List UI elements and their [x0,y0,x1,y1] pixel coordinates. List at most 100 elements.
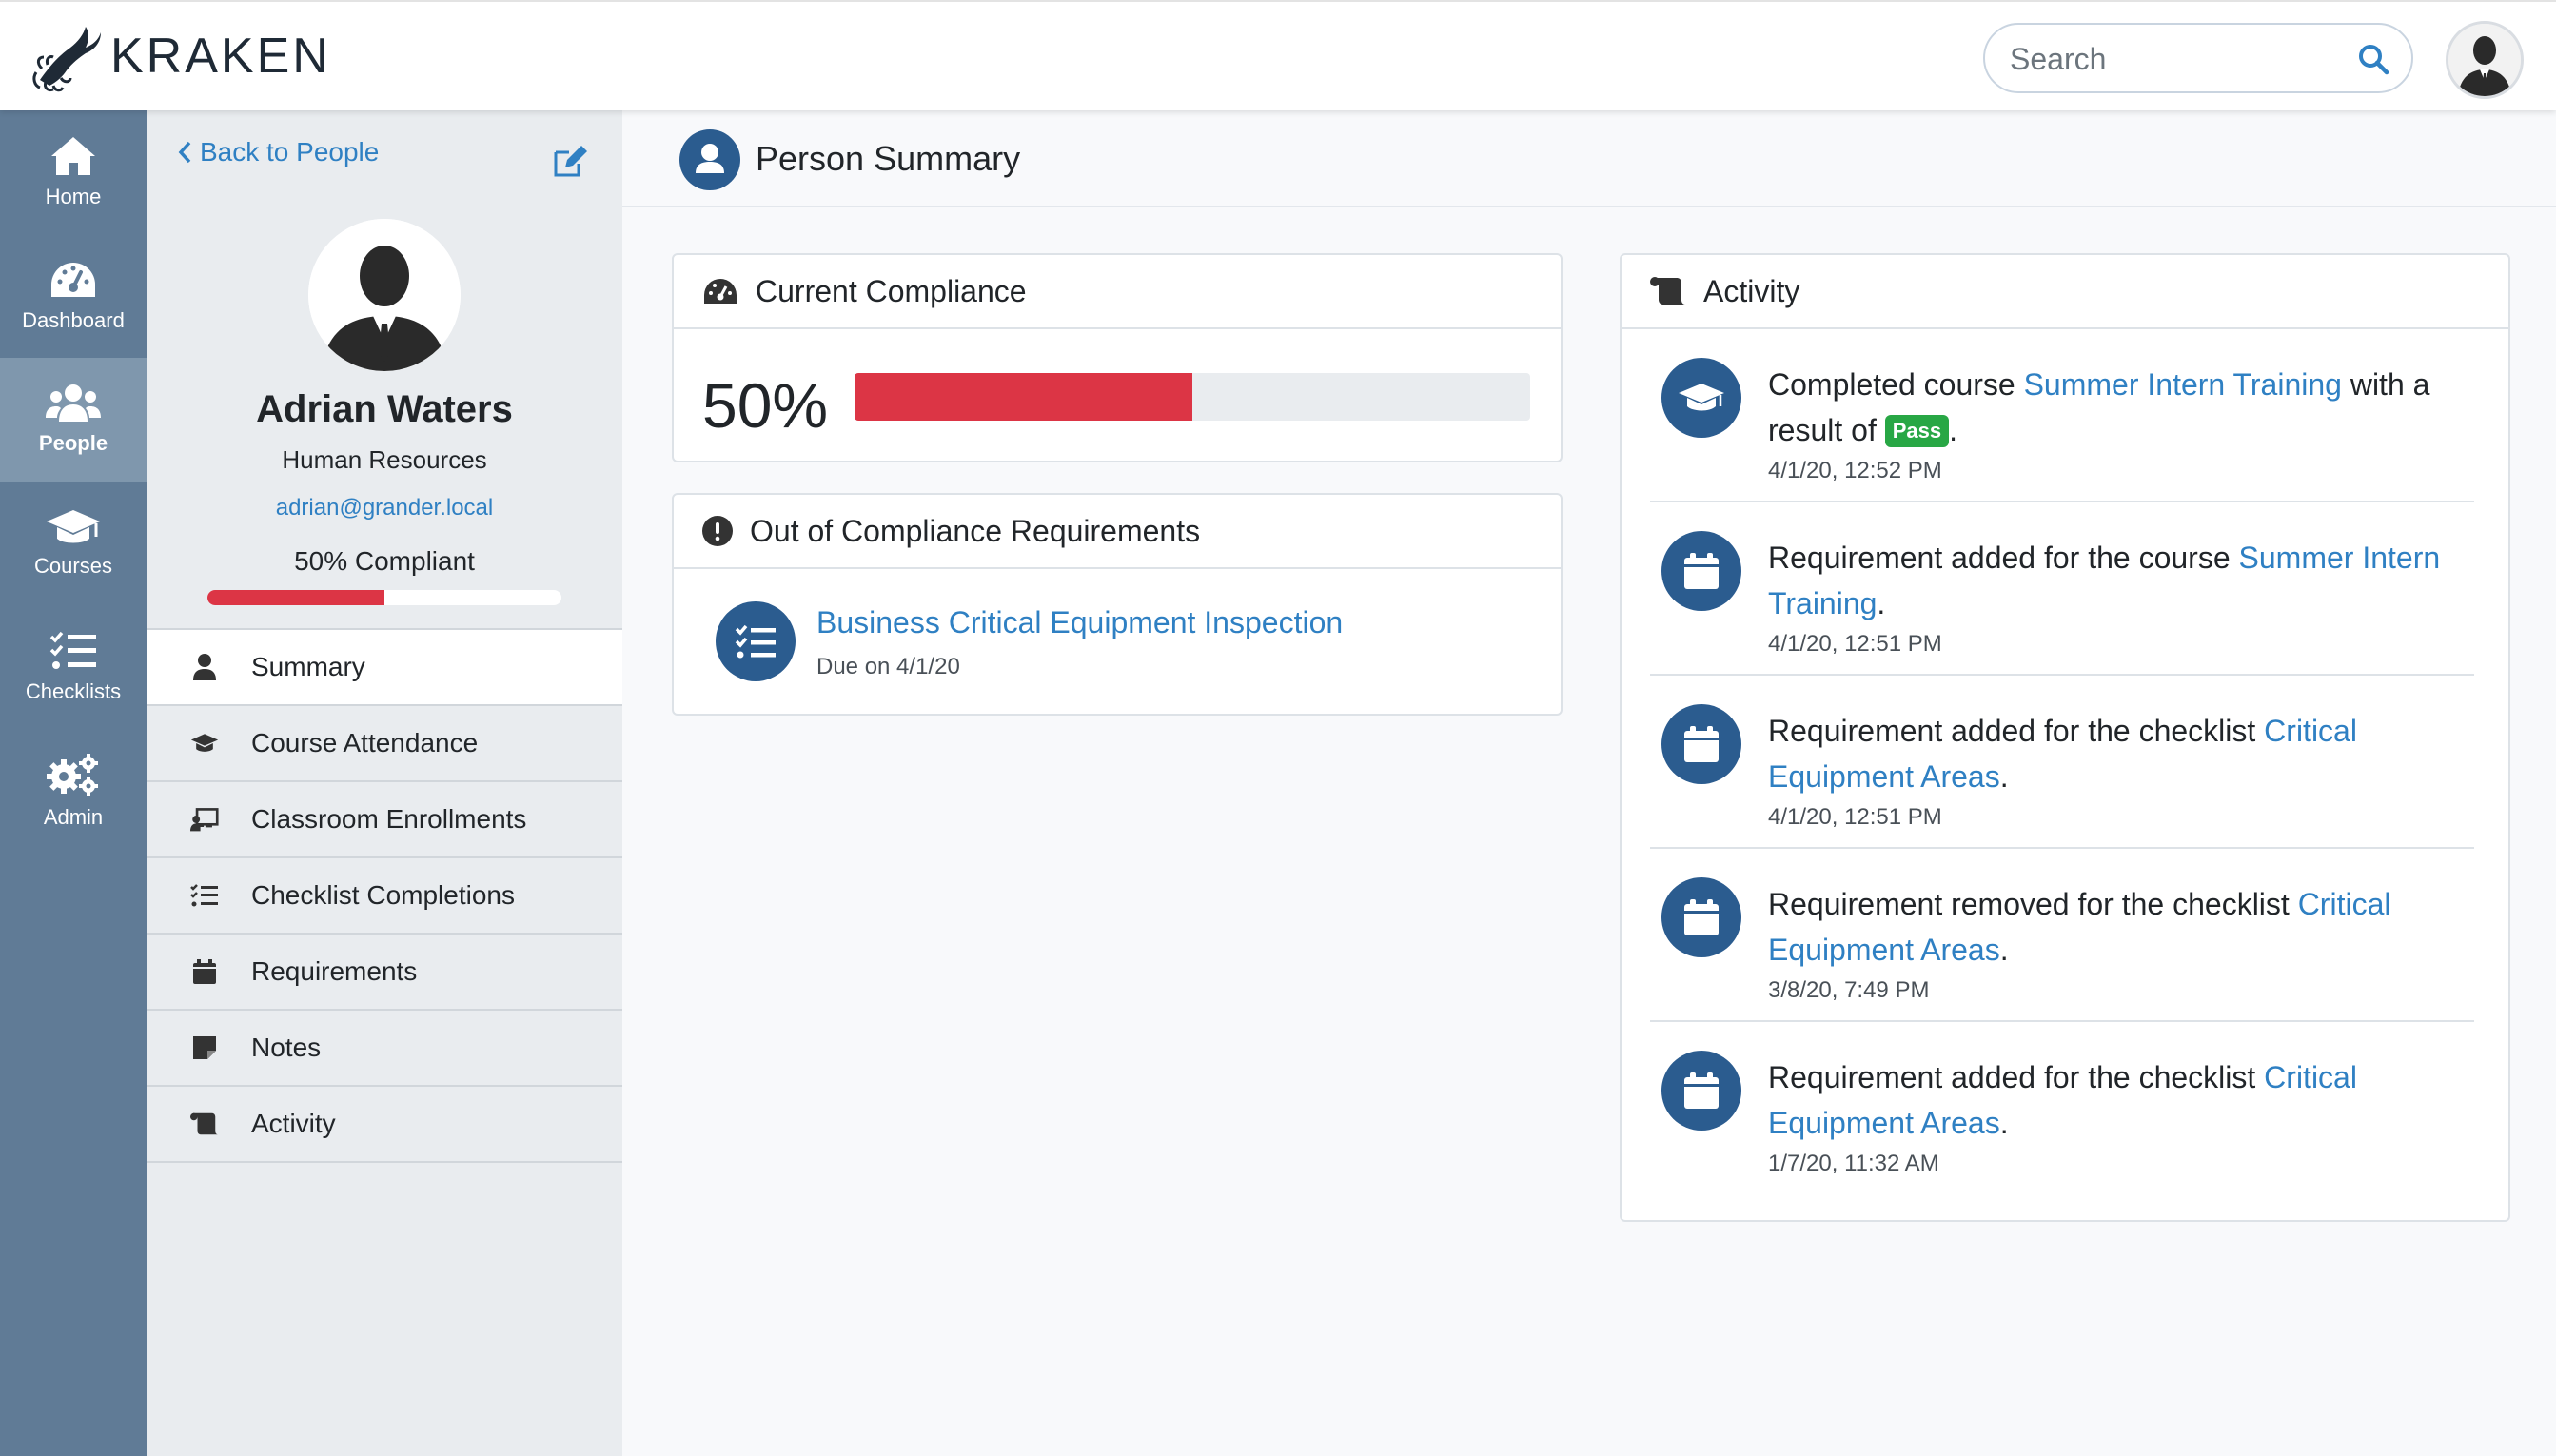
user-avatar[interactable] [2446,21,2524,99]
card-header: Out of Compliance Requirements [674,495,1561,569]
scroll-icon [190,1110,219,1138]
submenu-label: Classroom Enrollments [251,804,527,834]
nav-item-courses[interactable]: Courses [0,482,147,605]
person-sidebar: Back to People Adrian Waters Human Resou… [147,110,622,1456]
nav-label: Dashboard [22,308,125,332]
submenu-label: Requirements [251,956,418,986]
requirement-due-date: Due on 4/1/20 [816,654,960,679]
requirement-link[interactable]: Business Critical Equipment Inspection [816,605,1343,640]
activity-text-segment: Requirement added for the checklist [1768,1060,2265,1094]
activity-date: 3/8/20, 7:49 PM [1768,977,1930,1003]
sticky-note-icon [190,1033,219,1062]
nav-item-admin[interactable]: Admin [0,729,147,853]
back-link-label: Back to People [200,137,380,167]
nav-item-checklists[interactable]: Checklists [0,605,147,729]
activity-text-segment: . [1999,759,2009,794]
submenu-summary[interactable]: Summary [147,628,622,704]
compliance-percent: 50% [702,370,829,441]
person-submenu: Summary Course Attendance Classroom Enro… [147,628,622,1163]
compliance-label: 50% Compliant [294,546,475,576]
activity-text-segment: . [1877,586,1886,620]
edit-icon[interactable] [552,145,588,177]
page-title: Person Summary [756,139,1021,178]
activity-card: Activity Completed course Summer Intern … [1620,253,2510,1222]
person-name: Adrian Waters [256,388,513,430]
person-silhouette-icon [308,219,461,371]
submenu-activity[interactable]: Activity [147,1085,622,1163]
current-compliance-card: Current Compliance 50% [672,253,1563,462]
scroll-icon [1650,276,1686,306]
calendar-icon [1661,531,1741,611]
search-icon[interactable] [2356,42,2390,76]
submenu-label: Checklist Completions [251,880,515,910]
card-title: Out of Compliance Requirements [750,513,1201,548]
person-email-link[interactable]: adrian@grander.local [147,495,622,521]
activity-text: Requirement added for the course Summer … [1768,535,2453,659]
user-silhouette-icon [2448,24,2521,96]
top-bar: KRAKEN [0,0,2556,110]
activity-item: Requirement added for the checklist Crit… [1650,676,2474,849]
people-icon [46,384,101,423]
nav-item-people[interactable]: People [0,358,147,482]
activity-text: Requirement removed for the checklist Cr… [1768,881,2453,1005]
card-title: Activity [1703,273,1800,308]
activity-date: 4/1/20, 12:52 PM [1768,458,1942,483]
activity-text-segment: Requirement added for the checklist [1768,714,2265,748]
submenu-label: Activity [251,1109,336,1138]
activity-text: Requirement added for the checklist Crit… [1768,1054,2453,1178]
card-header: Current Compliance [674,255,1561,329]
user-icon [190,653,219,681]
graduation-cap-icon [1661,358,1741,438]
submenu-classroom-enrollments[interactable]: Classroom Enrollments [147,780,622,856]
activity-item: Requirement added for the checklist Crit… [1650,1022,2474,1195]
nav-label: Checklists [25,679,122,703]
activity-course-link[interactable]: Summer Intern Training [2024,367,2342,402]
compliance-bar-fill [855,373,1192,421]
search-input[interactable] [2008,34,2354,84]
activity-item: Requirement added for the course Summer … [1650,502,2474,676]
out-of-compliance-card: Out of Compliance Requirements Business … [672,493,1563,716]
activity-text-segment: . [1999,1106,2009,1140]
activity-text: Requirement added for the checklist Crit… [1768,708,2453,832]
activity-item: Completed course Summer Intern Training … [1650,329,2474,502]
exclamation-circle-icon [702,516,733,546]
nav-label: People [38,431,108,455]
user-circle-icon [679,129,740,190]
calendar-icon [1661,877,1741,957]
calendar-icon [1661,1051,1741,1131]
app-logo[interactable]: KRAKEN [29,19,331,93]
main-nav: Home Dashboard People Courses Checklists… [0,110,147,1456]
compliance-progress-bar [207,590,561,605]
calendar-icon [1661,704,1741,784]
activity-text-segment: . [1949,413,1957,447]
submenu-notes[interactable]: Notes [147,1009,622,1085]
submenu-course-attendance[interactable]: Course Attendance [147,704,622,780]
calendar-icon [190,957,219,986]
back-to-people-link[interactable]: Back to People [177,137,379,167]
submenu-requirements[interactable]: Requirements [147,933,622,1009]
submenu-checklist-completions[interactable]: Checklist Completions [147,856,622,933]
tachometer-icon [702,277,738,305]
chevron-left-icon [178,141,191,164]
activity-date: 1/7/20, 11:32 AM [1768,1151,1939,1176]
submenu-label: Notes [251,1033,322,1062]
activity-text-segment: . [1999,933,2009,967]
person-department: Human Resources [282,445,487,474]
page-header: Person Summary [622,110,2556,207]
nav-item-home[interactable]: Home [0,110,147,234]
compliance-bar [855,373,1530,421]
card-title: Current Compliance [756,273,1027,308]
activity-item: Requirement removed for the checklist Cr… [1650,849,2474,1022]
tasks-icon [716,601,796,681]
activity-text-segment: Requirement added for the course [1768,541,2239,575]
graduation-cap-icon [190,729,219,758]
nav-item-dashboard[interactable]: Dashboard [0,234,147,358]
activity-text-segment: Requirement removed for the checklist [1768,887,2298,921]
activity-list: Completed course Summer Intern Training … [1650,329,2474,1195]
graduation-cap-icon [46,508,101,546]
home-icon [49,135,97,177]
tasks-icon [190,881,219,910]
result-badge: Pass [1884,414,1950,447]
dashboard-icon [49,259,98,301]
app-name: KRAKEN [110,29,331,84]
